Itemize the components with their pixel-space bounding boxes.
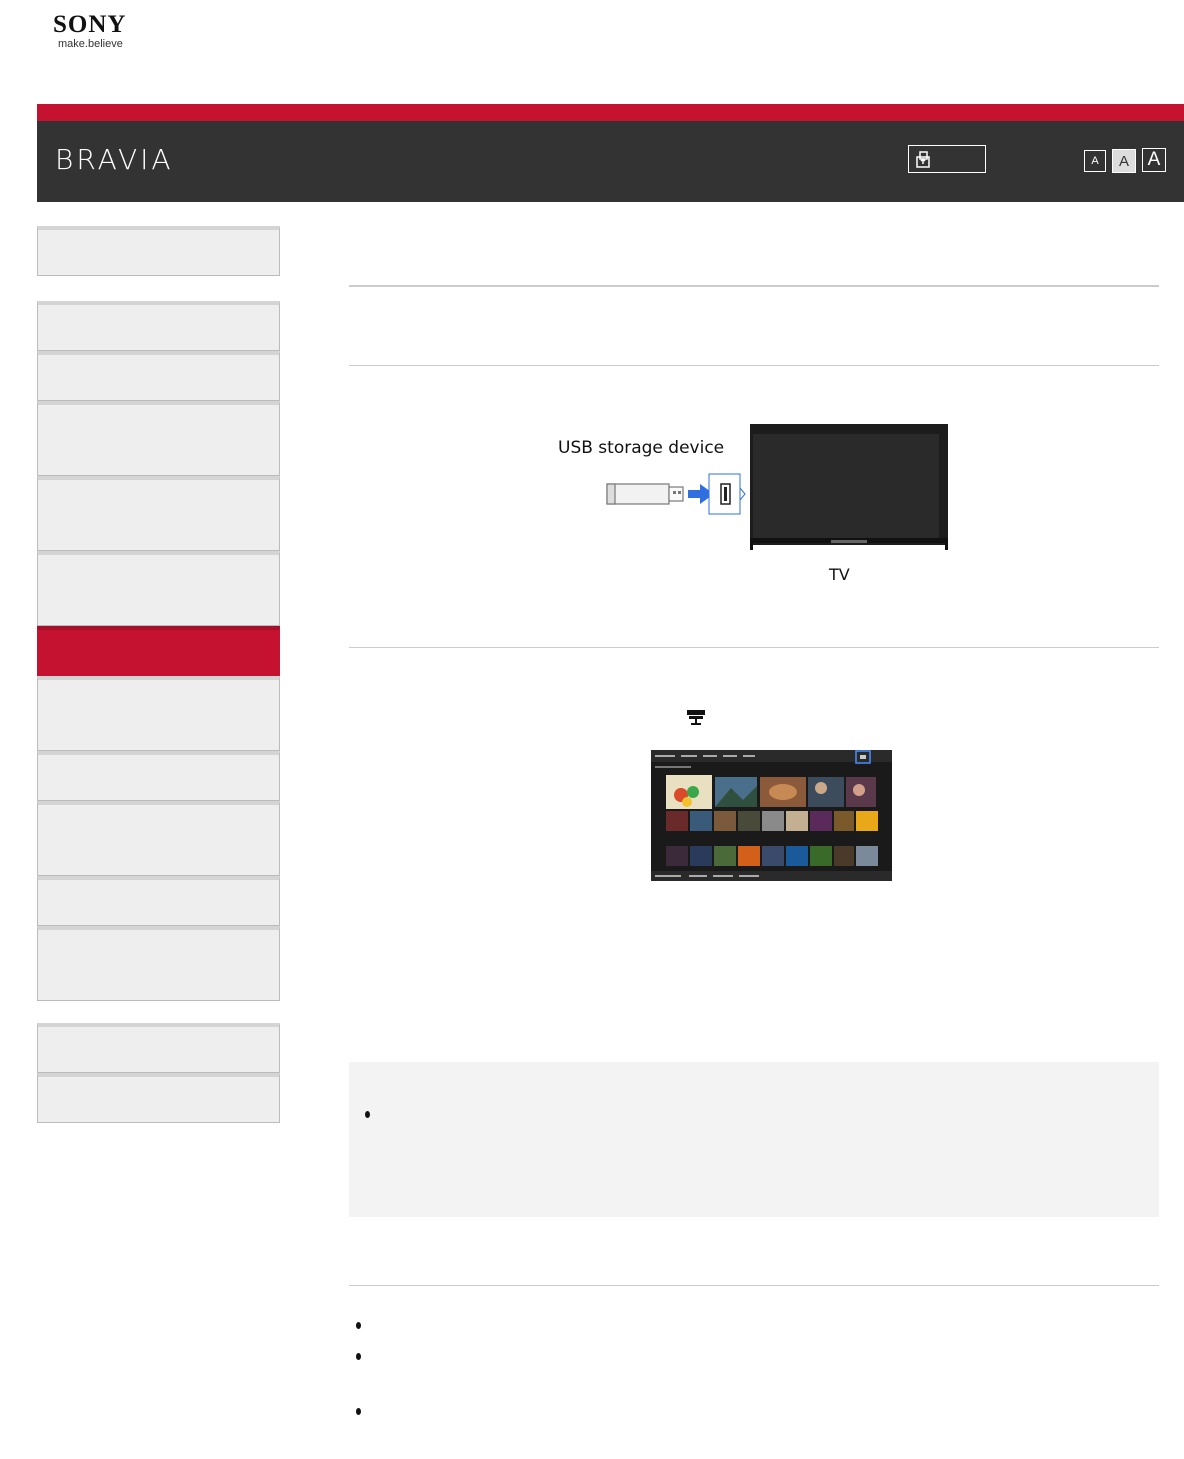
- sidebar-item[interactable]: [37, 926, 280, 1001]
- sidebar-item[interactable]: [37, 226, 280, 276]
- sidebar-item[interactable]: [37, 751, 280, 801]
- tv-label: TV: [829, 565, 850, 584]
- section-divider: [349, 1285, 1159, 1286]
- page-header: BRAVIA A A A: [37, 121, 1184, 202]
- font-size-large-button[interactable]: A: [1142, 148, 1166, 172]
- list-bullet: [356, 1322, 361, 1329]
- font-size-small-button[interactable]: A: [1084, 150, 1106, 172]
- sidebar-item[interactable]: [37, 801, 280, 876]
- usb-diagram-graphic: [606, 424, 948, 550]
- section-divider: [349, 647, 1159, 648]
- sidebar-item[interactable]: [37, 1073, 280, 1123]
- sidebar-item[interactable]: [37, 476, 280, 551]
- logo-brand: SONY: [53, 11, 127, 38]
- product-title: BRAVIA: [55, 143, 174, 176]
- list-bullet: [356, 1408, 361, 1415]
- print-icon: [916, 151, 930, 168]
- list-bullet: [356, 1353, 361, 1360]
- title-divider: [349, 285, 1159, 287]
- logo-tagline: make.believe: [58, 38, 123, 50]
- sidebar-item[interactable]: [37, 301, 280, 351]
- tv-icon: [750, 424, 948, 550]
- print-button[interactable]: [908, 145, 986, 173]
- sidebar-item[interactable]: [37, 401, 280, 476]
- input-select-icon: [686, 709, 706, 732]
- sidebar-item[interactable]: [37, 351, 280, 401]
- list-bullet: [365, 1111, 370, 1118]
- sidebar-item[interactable]: [37, 1023, 280, 1073]
- note-box: [349, 1062, 1159, 1217]
- sony-logo: SONY make.believe: [53, 11, 127, 51]
- sidebar-item[interactable]: [37, 876, 280, 926]
- accent-bar: [37, 104, 1184, 121]
- tv-home-screen-image: [651, 750, 892, 881]
- section-divider: [349, 365, 1159, 366]
- sidebar-item[interactable]: [37, 551, 280, 626]
- usb-stick-icon: [606, 483, 684, 505]
- font-size-medium-button[interactable]: A: [1112, 149, 1136, 173]
- usb-connection-diagram: USB storage device TV: [555, 420, 955, 590]
- usb-port-icon: [708, 473, 746, 515]
- sidebar-item[interactable]: [37, 676, 280, 751]
- sidebar-item-active[interactable]: [37, 626, 280, 676]
- font-size-controls: A A A: [1084, 148, 1166, 173]
